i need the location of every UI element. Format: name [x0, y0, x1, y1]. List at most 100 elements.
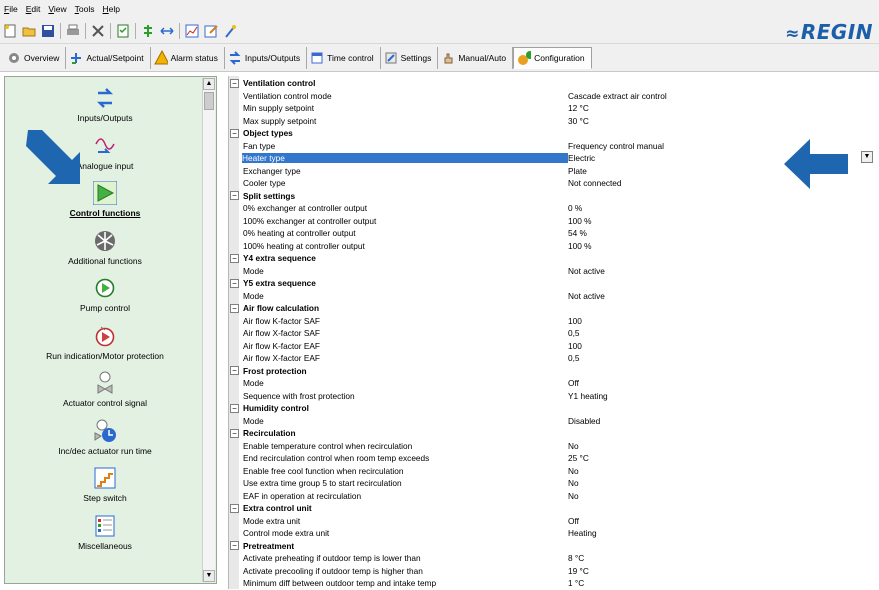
property-value[interactable]: 8 °C [568, 553, 584, 563]
property-value[interactable]: 0 % [568, 203, 582, 213]
property-row[interactable]: Minimum diff between outdoor temp and in… [239, 577, 879, 590]
property-row[interactable]: Mode Not active [239, 265, 879, 278]
property-value[interactable]: Disabled [568, 416, 600, 426]
print-icon[interactable] [65, 23, 81, 39]
property-row[interactable]: Use extra time group 5 to start recircul… [239, 477, 879, 490]
collapse-icon[interactable]: − [230, 428, 239, 438]
tab-time-control[interactable]: Time control [307, 46, 381, 69]
wizard-icon[interactable] [222, 23, 238, 39]
collapse-icon[interactable]: − [230, 253, 239, 263]
tab-manual-auto[interactable]: Manual/Auto [438, 46, 514, 69]
scroll-down-icon[interactable]: ▼ [203, 570, 215, 582]
category-header[interactable]: − Y4 extra sequence [230, 252, 879, 265]
collapse-icon[interactable]: − [230, 278, 239, 288]
property-row[interactable]: Ventilation control mode Cascade extract … [239, 90, 879, 103]
save-icon[interactable] [40, 23, 56, 39]
property-row[interactable]: Max supply setpoint 30 °C [239, 115, 879, 128]
property-row[interactable]: Mode Off [239, 377, 879, 390]
property-value[interactable]: Plate [568, 166, 587, 176]
nav-item-inputs-outputs[interactable]: Inputs/Outputs [5, 85, 205, 123]
property-value[interactable]: 0,5 [568, 353, 580, 363]
property-row[interactable]: Air flow X-factor EAF 0,5 [239, 352, 879, 365]
property-value[interactable]: Heating [568, 528, 597, 538]
property-value[interactable]: Not active [568, 291, 605, 301]
menu-edit[interactable]: Edit [26, 4, 41, 14]
property-value[interactable]: 12 °C [568, 103, 589, 113]
category-header[interactable]: − Y5 extra sequence [230, 277, 879, 290]
properties-icon[interactable] [115, 23, 131, 39]
category-header[interactable]: − Air flow calculation [230, 302, 879, 315]
nav-item-pump-control[interactable]: Pump control [5, 275, 205, 313]
tab-configuration[interactable]: Configuration [513, 46, 592, 69]
property-row[interactable]: EAF in operation at recirculation No [239, 490, 879, 503]
property-row[interactable]: 0% heating at controller output 54 % [239, 227, 879, 240]
property-row[interactable]: Enable free cool function when recircula… [239, 465, 879, 478]
tab-inputs-outputs[interactable]: Inputs/Outputs [225, 46, 308, 69]
property-row[interactable]: Min supply setpoint 12 °C [239, 102, 879, 115]
property-value[interactable]: No [568, 478, 579, 488]
property-value[interactable]: Electric [568, 153, 595, 163]
property-value[interactable]: 100 [568, 341, 582, 351]
property-value[interactable]: 100 % [568, 216, 592, 226]
scroll-thumb[interactable] [204, 92, 214, 110]
heater-type-dropdown-button[interactable]: ▼ [861, 151, 873, 163]
property-row[interactable]: Mode extra unit Off [239, 515, 879, 528]
tab-alarm-status[interactable]: Alarm status [151, 46, 225, 69]
new-icon[interactable] [2, 23, 18, 39]
transfer-icon[interactable] [159, 23, 175, 39]
category-header[interactable]: − Split settings [230, 190, 879, 203]
property-row[interactable]: Enable temperature control when recircul… [239, 440, 879, 453]
property-row[interactable]: Air flow K-factor EAF 100 [239, 340, 879, 353]
connect-icon[interactable] [140, 23, 156, 39]
menu-help[interactable]: Help [103, 4, 120, 14]
nav-item-actuator-control-signal[interactable]: Actuator control signal [5, 370, 205, 408]
category-header[interactable]: − Humidity control [230, 402, 879, 415]
property-row[interactable]: End recirculation control when room temp… [239, 452, 879, 465]
menu-view[interactable]: View [48, 4, 66, 14]
category-header[interactable]: − Ventilation control [230, 77, 879, 90]
property-value[interactable]: 100 % [568, 241, 592, 251]
property-row[interactable]: Air flow X-factor SAF 0,5 [239, 327, 879, 340]
chart-icon[interactable] [184, 23, 200, 39]
property-value[interactable]: Cascade extract air control [568, 91, 667, 101]
tab-actual-setpoint[interactable]: Actual/Setpoint [66, 46, 151, 69]
property-value[interactable]: Frequency control manual [568, 141, 664, 151]
collapse-icon[interactable]: − [230, 366, 239, 376]
nav-item-additional-functions[interactable]: Additional functions [5, 228, 205, 266]
property-value[interactable]: 1 °C [568, 578, 584, 588]
collapse-icon[interactable]: − [230, 303, 239, 313]
nav-item-inc-dec-actuator-run-time[interactable]: Inc/dec actuator run time [5, 418, 205, 456]
property-row[interactable]: Activate preheating if outdoor temp is l… [239, 552, 879, 565]
property-value[interactable]: Off [568, 378, 579, 388]
nav-item-run-indication-motor-protection[interactable]: Run indication/Motor protection [5, 323, 205, 361]
property-value[interactable]: No [568, 466, 579, 476]
menu-file[interactable]: File [4, 4, 18, 14]
property-row[interactable]: Activate precooling if outdoor temp is h… [239, 565, 879, 578]
delete-icon[interactable] [90, 23, 106, 39]
property-row[interactable]: 100% heating at controller output 100 % [239, 240, 879, 253]
collapse-icon[interactable]: − [230, 128, 239, 138]
category-header[interactable]: − Pretreatment [230, 540, 879, 553]
category-header[interactable]: − Recirculation [230, 427, 879, 440]
tab-overview[interactable]: Overview [4, 46, 67, 69]
property-row[interactable]: Control mode extra unit Heating [239, 527, 879, 540]
property-row[interactable]: Air flow K-factor SAF 100 [239, 315, 879, 328]
property-value[interactable]: 54 % [568, 228, 587, 238]
nav-item-step-switch[interactable]: Step switch [5, 465, 205, 503]
property-value[interactable]: No [568, 441, 579, 451]
property-value[interactable]: Off [568, 516, 579, 526]
property-value[interactable]: Not connected [568, 178, 622, 188]
property-value[interactable]: 100 [568, 316, 582, 326]
property-row[interactable]: 100% exchanger at controller output 100 % [239, 215, 879, 228]
open-icon[interactable] [21, 23, 37, 39]
collapse-icon[interactable]: − [230, 403, 239, 413]
property-row[interactable]: Sequence with frost protection Y1 heating [239, 390, 879, 403]
property-row[interactable]: Mode Not active [239, 290, 879, 303]
tab-settings[interactable]: Settings [381, 46, 439, 69]
property-row[interactable]: 0% exchanger at controller output 0 % [239, 202, 879, 215]
property-value[interactable]: No [568, 491, 579, 501]
collapse-icon[interactable]: − [230, 191, 239, 201]
collapse-icon[interactable]: − [230, 503, 239, 513]
category-header[interactable]: − Extra control unit [230, 502, 879, 515]
collapse-icon[interactable]: − [230, 78, 239, 88]
